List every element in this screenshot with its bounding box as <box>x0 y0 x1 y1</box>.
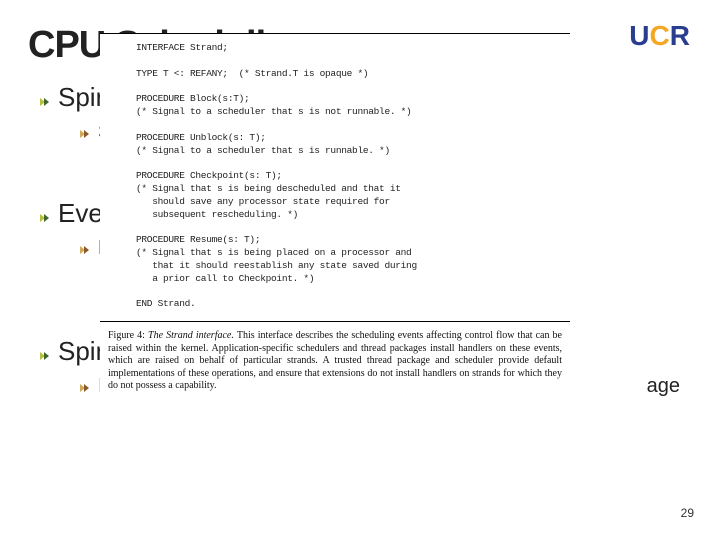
bullet-3a-right-text: age <box>647 375 680 397</box>
bullet-3a-tail: age <box>647 375 680 398</box>
logo-c: C <box>650 20 670 51</box>
ucr-logo: UCR <box>629 20 690 52</box>
chevron-right-icon <box>40 350 52 362</box>
chevron-right-icon <box>40 96 52 108</box>
chevron-right-icon <box>40 212 52 224</box>
chevron-right-icon <box>80 382 92 394</box>
logo-u: U <box>629 20 649 51</box>
figure-strand-interface: INTERFACE Strand; TYPE T <: REFANY; (* S… <box>100 33 570 393</box>
figure-caption: Figure 4: The Strand interface. This int… <box>100 322 570 393</box>
figure-label: Figure 4: <box>108 330 145 341</box>
figure-caption-title: The Strand interface. <box>145 330 237 341</box>
chevron-right-icon <box>80 244 92 256</box>
code-listing: INTERFACE Strand; TYPE T <: REFANY; (* S… <box>100 34 570 322</box>
page-number: 29 <box>681 506 694 520</box>
chevron-right-icon <box>80 128 92 140</box>
logo-r: R <box>670 20 690 51</box>
